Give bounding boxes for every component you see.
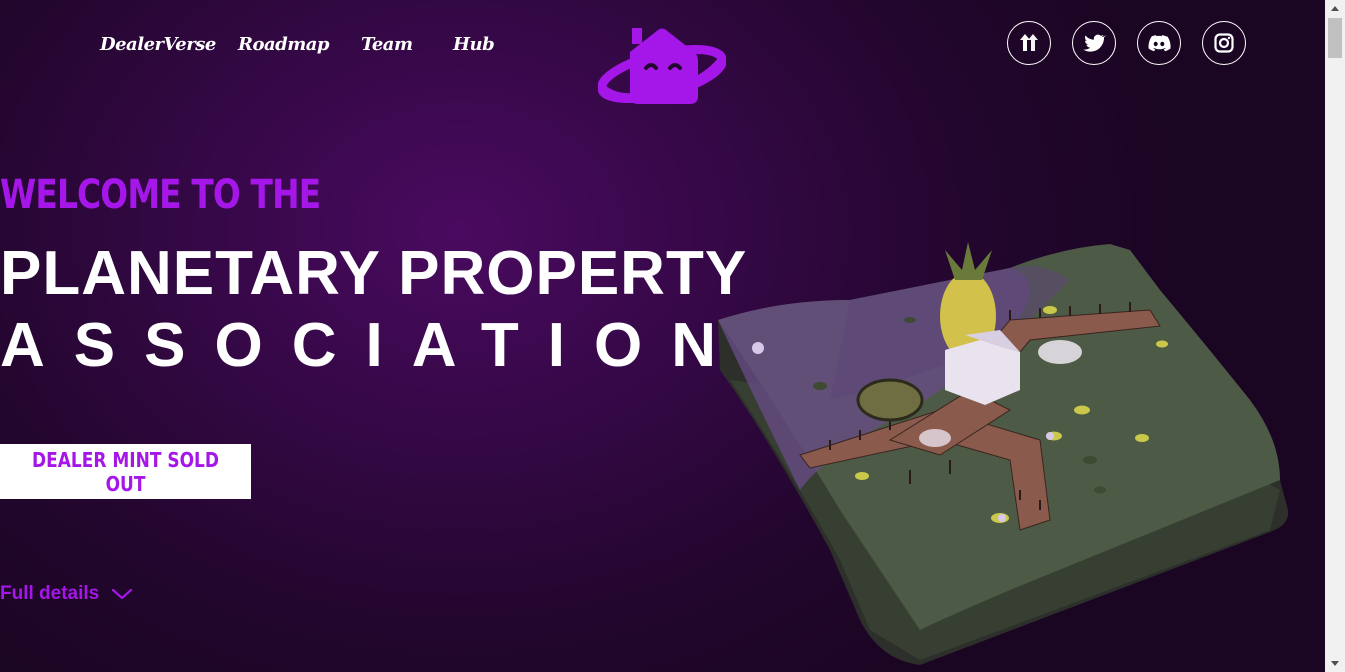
scrollbar[interactable] xyxy=(1325,0,1345,672)
full-details-link[interactable]: Full details xyxy=(0,583,133,605)
full-details-label: Full details xyxy=(0,583,100,604)
instagram-icon xyxy=(1214,33,1234,53)
linktree-icon xyxy=(1020,34,1038,51)
nav-link-dealerverse[interactable]: DealerVerse xyxy=(100,34,216,55)
page-title-line2: ASSOCIATION xyxy=(0,311,745,380)
page: DealerVerse Roadmap Team Hub WELCOME TO … xyxy=(0,0,1345,672)
twitter-button[interactable] xyxy=(1072,21,1116,65)
scroll-thumb[interactable] xyxy=(1328,18,1342,58)
nav-link-roadmap[interactable]: Roadmap xyxy=(238,34,330,55)
discord-button[interactable] xyxy=(1137,21,1181,65)
dealer-mint-label: DEALER MINT SOLD OUT xyxy=(32,447,219,496)
page-title-line1: PLANETARY PROPERTY xyxy=(0,239,748,308)
linktree-button[interactable] xyxy=(1007,21,1051,65)
island-illustration xyxy=(718,242,1289,665)
scroll-up-icon[interactable] xyxy=(1325,0,1345,17)
instagram-button[interactable] xyxy=(1202,21,1246,65)
nav-link-hub[interactable]: Hub xyxy=(453,34,495,55)
welcome-heading: WELCOME TO THE xyxy=(0,172,321,218)
chevron-down-icon xyxy=(112,588,133,600)
discord-icon xyxy=(1148,35,1171,52)
dealer-mint-button[interactable]: DEALER MINT SOLD OUT xyxy=(0,444,251,499)
scroll-down-icon[interactable] xyxy=(1325,655,1345,672)
twitter-icon xyxy=(1083,34,1106,52)
nav-link-team[interactable]: Team xyxy=(361,34,413,55)
logo-icon[interactable] xyxy=(598,22,726,106)
